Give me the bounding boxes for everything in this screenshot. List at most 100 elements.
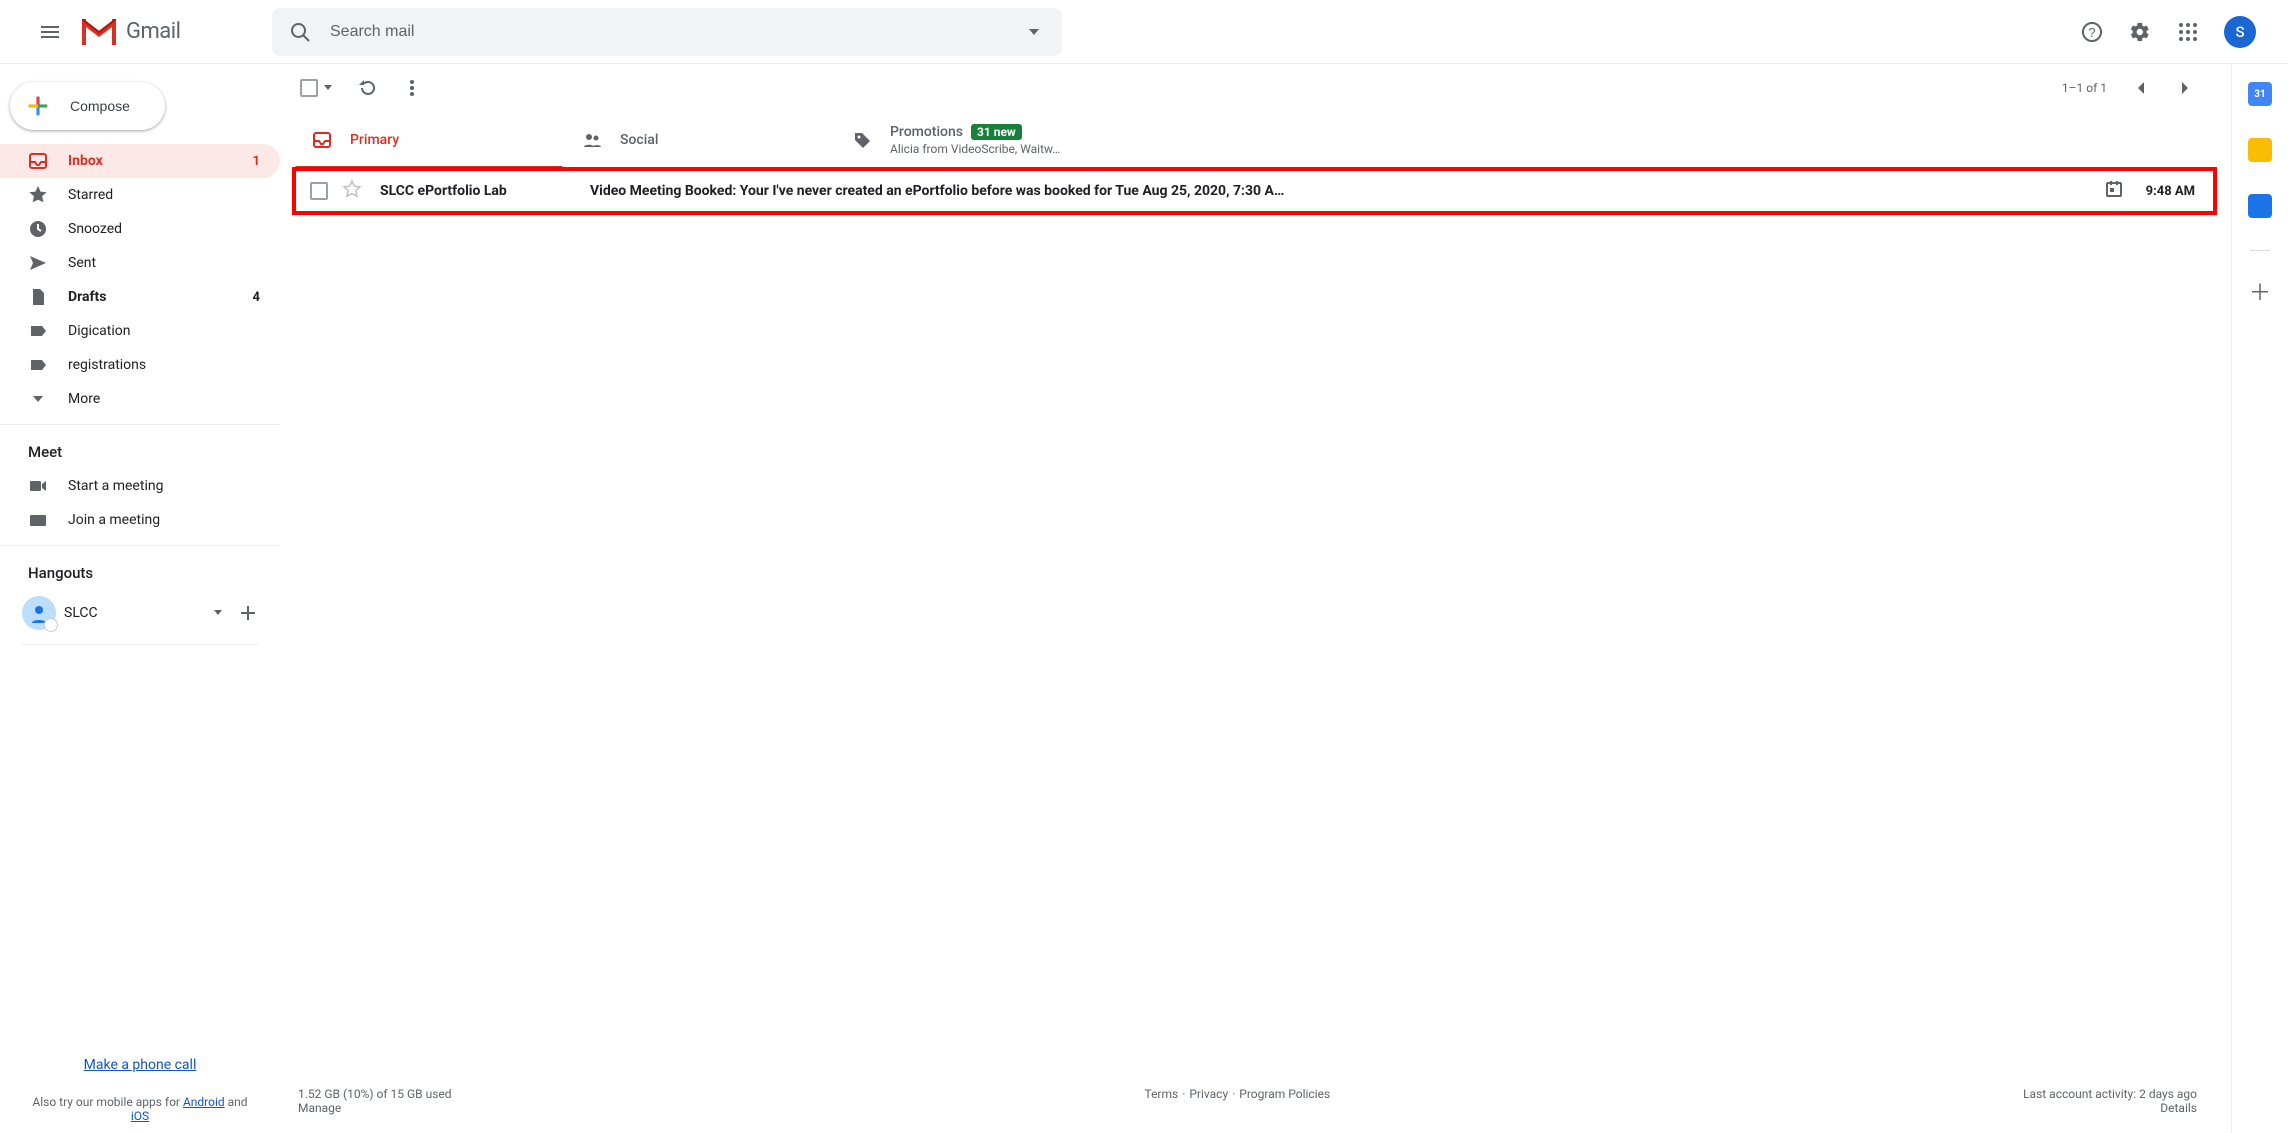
app-body: Compose Inbox 1 Starred Snoozed Sent [0,64,2288,1133]
refresh-button[interactable] [358,78,378,98]
meet-join-label: Join a meeting [68,512,260,528]
hamburger-icon [38,20,62,44]
sidebar-item-digication[interactable]: Digication [0,314,280,348]
side-panel: ＋ [2232,64,2288,1133]
row-calendar-chip[interactable] [2104,179,2124,203]
sidebar-item-registrations[interactable]: registrations [0,348,280,382]
select-all-checkbox[interactable] [300,79,334,97]
phone-call-link[interactable]: Make a phone call [0,1057,280,1073]
mobile-apps-and: and [225,1095,248,1109]
tab-label: Social [620,132,658,148]
policies-link[interactable]: Program Policies [1239,1087,1330,1115]
compose-button[interactable]: Compose [10,82,165,130]
sidepanel-calendar[interactable] [2248,82,2272,106]
search-options-button[interactable] [1006,23,1062,41]
mail-footer: 1.52 GB (10%) of 15 GB used Manage Terms… [280,1073,2215,1133]
checkbox-icon [300,79,318,97]
ios-link[interactable]: iOS [131,1109,149,1123]
pagination-text: 1–1 of 1 [2062,81,2107,95]
tab-promotions[interactable]: Promotions 31 new Alicia from VideoScrib… [834,112,1104,168]
gear-icon [2129,21,2151,43]
google-apps-button[interactable] [2168,12,2208,52]
refresh-icon [358,78,378,98]
send-icon [28,253,48,273]
label-icon [28,355,48,375]
sidepanel-add-button[interactable]: ＋ [2249,283,2271,305]
star-outline-icon [342,179,362,199]
chevron-right-icon [2176,79,2194,97]
meet-section-title: Meet [0,425,280,469]
row-checkbox[interactable] [310,182,328,200]
apps-grid-icon [2178,22,2198,42]
sidepanel-keep[interactable] [2248,138,2272,162]
caret-down-icon[interactable] [322,82,334,94]
inbox-icon [28,151,48,171]
clock-icon [28,219,48,239]
meet-join-button[interactable]: Join a meeting [0,503,280,537]
meet-start-button[interactable]: Start a meeting [0,469,280,503]
support-button[interactable]: ? [2072,12,2112,52]
sidebar-item-more[interactable]: More [0,382,280,416]
caret-down-icon[interactable] [212,607,224,619]
more-actions-button[interactable] [402,78,422,98]
hangouts-new-button[interactable] [232,597,264,629]
chevron-down-icon [28,389,48,409]
privacy-link[interactable]: Privacy [1189,1087,1228,1115]
product-name: Gmail [126,19,180,44]
calendar-icon [2104,179,2124,199]
person-icon [29,603,49,623]
sidebar-item-drafts[interactable]: Drafts 4 [0,280,280,314]
search-bar [272,8,1062,56]
sidebar-item-snoozed[interactable]: Snoozed [0,212,280,246]
android-link[interactable]: Android [183,1095,225,1109]
details-link[interactable]: Details [2160,1101,2197,1115]
sidebar-item-label: Inbox [68,153,233,169]
tab-label: Primary [350,132,399,148]
sidebar-nav: Inbox 1 Starred Snoozed Sent Drafts 4 [0,144,280,416]
hangouts-name: SLCC [64,605,204,621]
gmail-logo[interactable]: Gmail [82,19,262,45]
plus-icon [238,603,258,623]
promotions-badge: 31 new [971,124,1022,140]
sidebar-item-starred[interactable]: Starred [0,178,280,212]
app-header: Gmail ? S [0,0,2288,64]
sidebar-item-count: 4 [253,290,260,305]
hangouts-self-row[interactable]: SLCC [0,590,280,636]
help-icon: ? [2081,21,2103,43]
page-next-button[interactable] [2175,78,2195,98]
search-icon [288,20,312,44]
tab-social[interactable]: Social [564,112,834,168]
checkbox-icon [310,182,328,200]
chevron-left-icon [2132,79,2150,97]
manage-storage-link[interactable]: Manage [298,1101,341,1115]
sidebar-footer: Make a phone call Also try our mobile ap… [0,1017,280,1133]
sidebar-item-label: Snoozed [68,221,260,237]
file-icon [28,287,48,307]
row-star-button[interactable] [342,179,362,203]
settings-button[interactable] [2120,12,2160,52]
sidebar-item-sent[interactable]: Sent [0,246,280,280]
sidebar-item-label: Drafts [68,289,233,305]
sidebar-item-inbox[interactable]: Inbox 1 [0,144,280,178]
caret-down-icon [1025,23,1043,41]
label-icon [28,321,48,341]
terms-link[interactable]: Terms [1144,1087,1178,1115]
sidebar: Compose Inbox 1 Starred Snoozed Sent [0,64,280,1133]
email-list: SLCC ePortfolio Lab Video Meeting Booked… [294,169,2215,213]
page-prev-button[interactable] [2131,78,2151,98]
video-icon [28,476,48,496]
tab-primary[interactable]: Primary [294,112,564,168]
email-row[interactable]: SLCC ePortfolio Lab Video Meeting Booked… [294,169,2215,213]
search-input[interactable] [328,22,1006,42]
sidebar-item-count: 1 [253,154,260,169]
star-icon [28,185,48,205]
row-subject: Video Meeting Booked: Your I've never cr… [590,183,2082,199]
promotions-subtext: Alicia from VideoScribe, Waitw… [890,142,1060,156]
search-button[interactable] [272,20,328,44]
row-sender: SLCC ePortfolio Lab [380,183,590,199]
presence-avatar [22,596,56,630]
main-menu-button[interactable] [26,8,74,56]
people-icon [582,130,602,150]
account-avatar[interactable]: S [2224,16,2256,48]
sidepanel-tasks[interactable] [2248,194,2272,218]
